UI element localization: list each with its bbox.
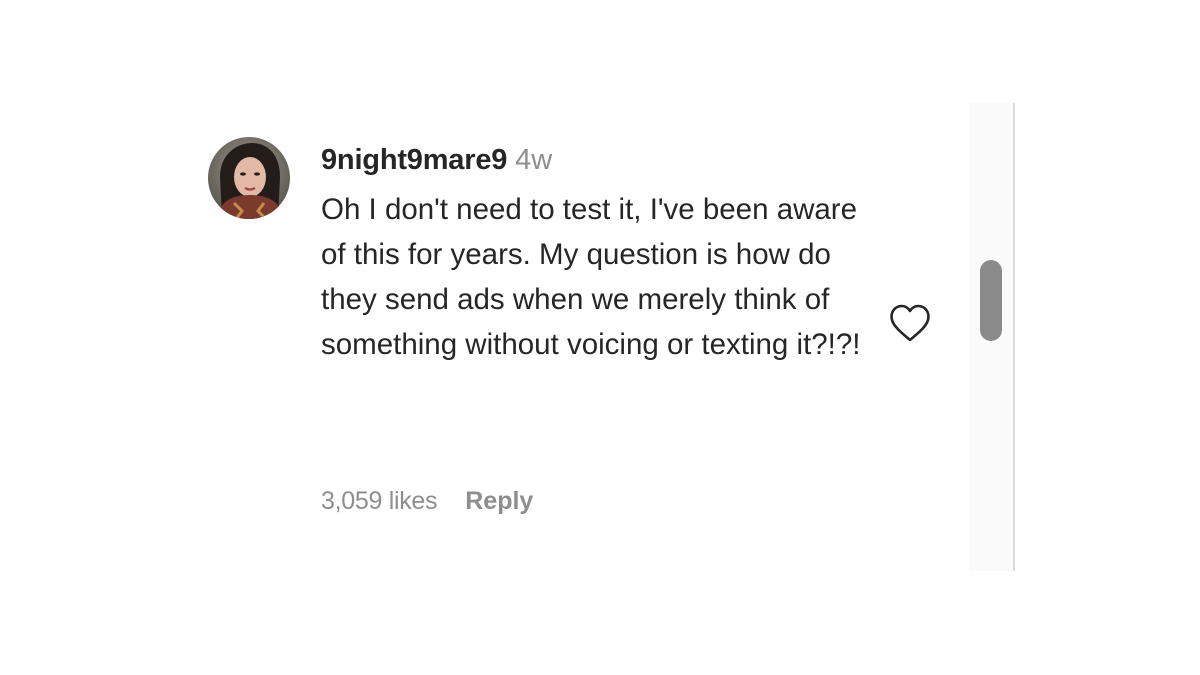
comment-actions: 3,059 likes Reply bbox=[321, 481, 533, 521]
comment-timestamp: 4w bbox=[515, 144, 553, 176]
heart-outline-icon bbox=[890, 304, 930, 342]
comment-header: 9night9mare9 4w bbox=[321, 140, 881, 180]
scrollbar-thumb[interactable] bbox=[980, 260, 1002, 341]
comment-text: Oh I don't need to test it, I've been aw… bbox=[321, 193, 861, 361]
likes-count[interactable]: 3,059 likes bbox=[321, 487, 438, 515]
comment-panel: 9night9mare9 4w Oh I don't need to test i… bbox=[0, 0, 1200, 675]
reply-button[interactable]: Reply bbox=[465, 487, 533, 515]
like-button[interactable] bbox=[886, 300, 934, 346]
avatar-image bbox=[208, 137, 290, 219]
avatar[interactable] bbox=[208, 137, 290, 219]
comment-body: 9night9mare9 4w Oh I don't need to test i… bbox=[321, 140, 881, 367]
username-link[interactable]: 9night9mare9 bbox=[321, 144, 507, 176]
